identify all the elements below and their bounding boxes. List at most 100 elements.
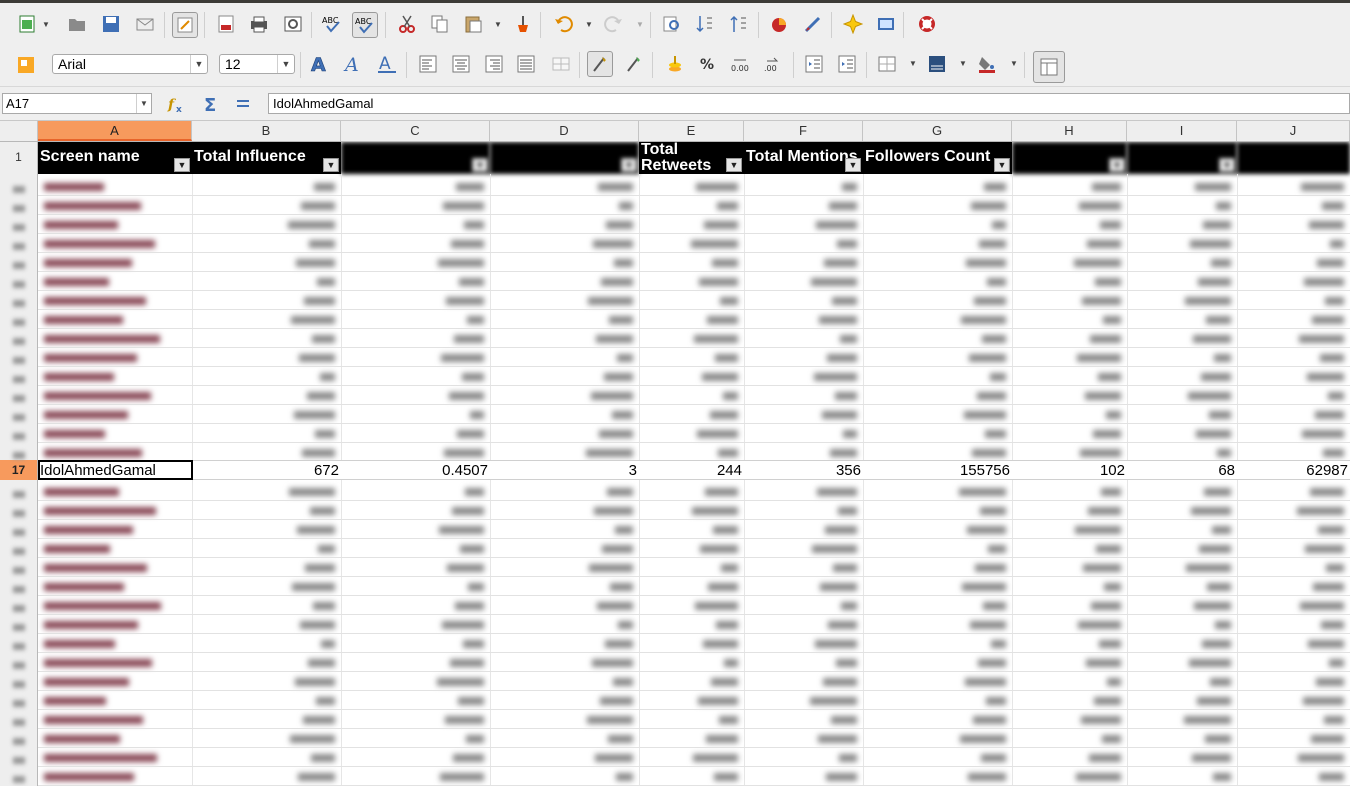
chevron-down-icon[interactable]: ▼	[136, 94, 151, 113]
autofilter-dropdown-icon[interactable]: ▼	[726, 158, 742, 172]
column-header-c[interactable]: C	[341, 121, 490, 141]
spreadsheet-grid[interactable]: Screen name ▼ Total Influence ▼ ▼ ▼ Tota…	[38, 142, 1350, 786]
autofilter-dropdown-icon[interactable]: ▼	[621, 158, 637, 172]
header-cell-d-obscured[interactable]: ▼	[490, 142, 639, 174]
header-cell-h-obscured[interactable]: ▼	[1012, 142, 1127, 174]
header-cell-followers-count[interactable]: Followers Count ▼	[863, 142, 1012, 174]
cell-total-mentions[interactable]: 356	[744, 461, 863, 479]
styles-icon[interactable]	[13, 52, 39, 78]
column-header-e[interactable]: E	[639, 121, 744, 141]
autofilter-dropdown-icon[interactable]: ▼	[174, 158, 190, 172]
underline-icon[interactable]: A	[374, 51, 400, 77]
function-wizard-icon[interactable]: fx	[166, 93, 188, 115]
header-cell-c-obscured[interactable]: ▼	[341, 142, 490, 174]
header-cell-i-obscured[interactable]: ▼	[1127, 142, 1237, 174]
number-format-icon[interactable]: 0.00	[728, 51, 754, 77]
background-color-icon[interactable]	[974, 51, 1000, 77]
navigator-icon[interactable]	[840, 11, 866, 37]
column-header-h[interactable]: H	[1012, 121, 1127, 141]
sort-ascending-icon[interactable]	[692, 11, 718, 37]
sort-descending-icon[interactable]	[726, 11, 752, 37]
row-header-1[interactable]: 1	[0, 150, 37, 164]
cell-column-j[interactable]: 62987	[1237, 461, 1350, 479]
chevron-down-icon[interactable]: ▼	[277, 55, 294, 73]
select-all-corner[interactable]	[0, 121, 38, 141]
wrap-text-icon[interactable]	[587, 51, 613, 77]
percent-format-icon[interactable]: %	[695, 51, 721, 77]
chevron-down-icon[interactable]: ▼	[959, 59, 967, 68]
cell-column-c[interactable]: 0.4507	[341, 461, 490, 479]
column-header-b[interactable]: B	[192, 121, 341, 141]
align-left-icon[interactable]	[415, 51, 441, 77]
cut-icon[interactable]	[394, 11, 420, 37]
edit-mode-icon[interactable]	[172, 12, 198, 38]
find-replace-icon[interactable]	[659, 11, 685, 37]
name-box[interactable]: A17 ▼	[2, 93, 152, 114]
cell-column-h[interactable]: 102	[1012, 461, 1127, 479]
bold-icon[interactable]: A	[307, 51, 333, 77]
align-center-icon[interactable]	[448, 51, 474, 77]
open-folder-icon[interactable]	[64, 11, 90, 37]
merge-cells-icon[interactable]	[548, 51, 574, 77]
autofilter-dropdown-icon[interactable]: ▼	[994, 158, 1010, 172]
new-document-icon[interactable]	[14, 11, 40, 37]
print-preview-icon[interactable]	[280, 11, 306, 37]
column-header-a[interactable]: A	[38, 121, 192, 141]
header-cell-total-influence[interactable]: Total Influence ▼	[192, 142, 341, 174]
align-right-icon[interactable]	[481, 51, 507, 77]
autospellcheck-icon[interactable]: ABC	[352, 12, 378, 38]
column-header-d[interactable]: D	[490, 121, 639, 141]
cell-column-d[interactable]: 3	[490, 461, 639, 479]
sidebar-toggle-icon[interactable]	[1033, 51, 1065, 83]
paste-icon[interactable]	[460, 11, 486, 37]
email-icon[interactable]	[132, 11, 158, 37]
copy-icon[interactable]	[427, 11, 453, 37]
formula-icon[interactable]	[232, 93, 254, 115]
gallery-icon[interactable]	[873, 11, 899, 37]
italic-icon[interactable]: A	[341, 51, 367, 77]
row-header-17[interactable]: 17	[0, 460, 37, 480]
currency-format-icon[interactable]	[662, 51, 688, 77]
chevron-down-icon[interactable]: ▼	[636, 20, 644, 29]
table-row-active[interactable]: IdolAhmedGamal 672 0.4507 3 244 356 1557…	[38, 460, 1350, 480]
decrease-indent-icon[interactable]	[801, 51, 827, 77]
font-size-box[interactable]: 12 ▼	[219, 54, 295, 74]
cell-followers-count[interactable]: 155756	[863, 461, 1012, 479]
autofilter-dropdown-icon[interactable]: ▼	[472, 158, 488, 172]
column-header-f[interactable]: F	[744, 121, 863, 141]
date-format-icon[interactable]: .00	[761, 51, 787, 77]
highlight-icon[interactable]	[621, 51, 647, 77]
chevron-down-icon[interactable]: ▼	[909, 59, 917, 68]
header-cell-total-mentions[interactable]: Total Mentions ▼	[744, 142, 863, 174]
autofilter-dropdown-icon[interactable]: ▼	[323, 158, 339, 172]
column-header-g[interactable]: G	[863, 121, 1012, 141]
chevron-down-icon[interactable]: ▼	[1010, 59, 1018, 68]
clone-formatting-icon[interactable]	[510, 11, 536, 37]
cell-total-retweets[interactable]: 244	[639, 461, 744, 479]
header-cell-screen-name[interactable]: Screen name ▼	[38, 142, 192, 174]
column-header-j[interactable]: J	[1237, 121, 1350, 141]
cell-total-influence[interactable]: 672	[192, 461, 341, 479]
spellcheck-icon[interactable]: ABC	[319, 11, 345, 37]
chevron-down-icon[interactable]: ▼	[585, 20, 593, 29]
border-style-icon[interactable]	[924, 51, 950, 77]
autofilter-dropdown-icon[interactable]: ▼	[1219, 158, 1235, 172]
autofilter-dropdown-icon[interactable]: ▼	[845, 158, 861, 172]
font-name-box[interactable]: Arial ▼	[52, 54, 208, 74]
formula-input[interactable]: IdolAhmedGamal	[268, 93, 1350, 114]
print-icon[interactable]	[246, 11, 272, 37]
undo-icon[interactable]	[550, 11, 576, 37]
export-pdf-icon[interactable]	[213, 11, 239, 37]
cell-column-i[interactable]: 68	[1127, 461, 1237, 479]
justify-icon[interactable]	[513, 51, 539, 77]
chevron-down-icon[interactable]: ▼	[42, 20, 50, 29]
redo-icon[interactable]	[601, 11, 627, 37]
sum-icon[interactable]: Σ	[200, 93, 222, 115]
chevron-down-icon[interactable]: ▼	[494, 20, 502, 29]
borders-icon[interactable]	[874, 51, 900, 77]
insert-chart-icon[interactable]	[766, 11, 792, 37]
header-cell-total-retweets[interactable]: Total Retweets ▼	[639, 142, 744, 174]
save-icon[interactable]	[98, 11, 124, 37]
draw-functions-icon[interactable]	[800, 11, 826, 37]
column-header-i[interactable]: I	[1127, 121, 1237, 141]
